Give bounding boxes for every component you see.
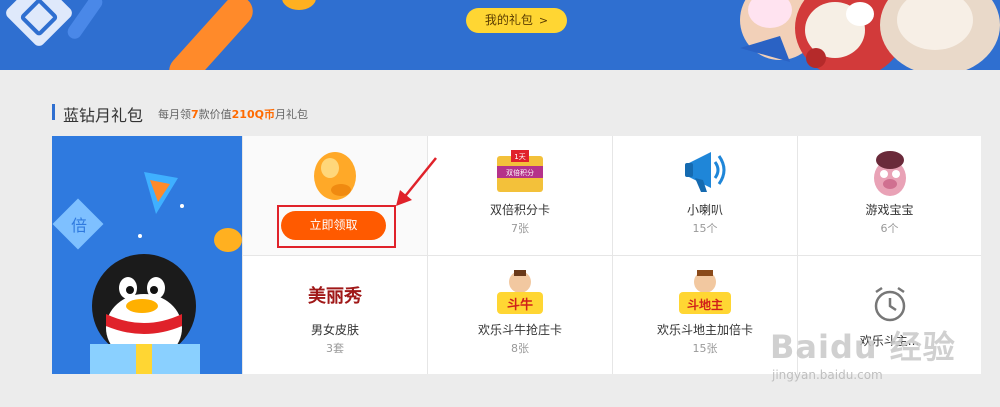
- gift-item[interactable]: 游戏宝宝 6个: [797, 136, 981, 255]
- svg-text:倍: 倍: [71, 216, 87, 235]
- svg-text:美丽秀: 美丽秀: [308, 285, 362, 307]
- section-accent-bar: [52, 104, 55, 120]
- gift-count: 3套: [326, 342, 344, 355]
- subtitle-text: 每月领: [158, 108, 191, 121]
- my-gift-button[interactable]: 我的礼包 >: [466, 8, 567, 33]
- svg-text:斗牛: 斗牛: [507, 297, 533, 313]
- gift-name: 男女皮肤: [310, 323, 359, 337]
- megaphone-icon: [685, 152, 726, 192]
- alarm-clock-icon: [874, 286, 905, 322]
- gift-name: 游戏宝宝: [865, 203, 914, 217]
- subtitle-value: 210Q币: [231, 108, 275, 121]
- gift-item[interactable]: 小喇叭 15个: [612, 136, 797, 255]
- gift-count: 7张: [511, 222, 529, 235]
- gift-name: 欢乐斗牛抢庄卡: [477, 323, 562, 337]
- gift-name: 小喇叭: [686, 203, 723, 217]
- gift-item[interactable]: 1天 双倍积分 双倍积分卡 7张: [427, 136, 612, 255]
- diamond-logo-icon: [3, 0, 75, 49]
- gift-item[interactable]: 斗牛 欢乐斗牛抢庄卡 8张: [427, 255, 612, 374]
- golden-bean-icon: [314, 152, 356, 200]
- annotation-arrow: [396, 157, 437, 206]
- decorative-stripe: [64, 0, 106, 42]
- watermark-url: jingyan.baidu.com: [772, 368, 883, 382]
- landlord-card-icon: 斗地主: [679, 270, 731, 314]
- decorative-stripe: [163, 0, 259, 70]
- section-title: 蓝钻月礼包: [63, 106, 144, 125]
- skin-logo-icon: 美丽秀: [308, 285, 362, 307]
- gift-count: 6个: [880, 222, 899, 235]
- my-gift-button-label: 我的礼包: [484, 13, 533, 27]
- watermark-brand: Baidu 经验: [770, 328, 956, 366]
- golden-bean-icon: [282, 0, 316, 10]
- subtitle-count: 7: [191, 108, 199, 121]
- penguin-illustration: 倍: [52, 136, 242, 374]
- gift-count: 8张: [511, 342, 529, 355]
- svg-text:斗地主: 斗地主: [687, 297, 723, 312]
- gift-item[interactable]: 美丽秀 男女皮肤 3套: [242, 255, 427, 374]
- double-points-card-icon: 1天 双倍积分: [497, 150, 543, 192]
- gift-count: 15个: [692, 222, 718, 235]
- svg-text:双倍积分: 双倍积分: [506, 168, 534, 177]
- banner-character-art: [740, 0, 1000, 70]
- game-pet-icon: [873, 151, 906, 196]
- bullfight-card-icon: 斗牛: [497, 270, 543, 314]
- gift-name: 双倍积分卡: [489, 203, 550, 217]
- subtitle-text: 款价值: [198, 108, 232, 121]
- section-subtitle: 每月领7款价值210Q币月礼包: [158, 106, 308, 122]
- top-banner: 我的礼包 >: [0, 0, 1000, 70]
- claim-now-button[interactable]: 立即领取: [281, 211, 386, 240]
- subtitle-text: 月礼包: [274, 108, 308, 121]
- svg-text:1天: 1天: [514, 153, 525, 161]
- chevron-right-icon: >: [538, 14, 549, 27]
